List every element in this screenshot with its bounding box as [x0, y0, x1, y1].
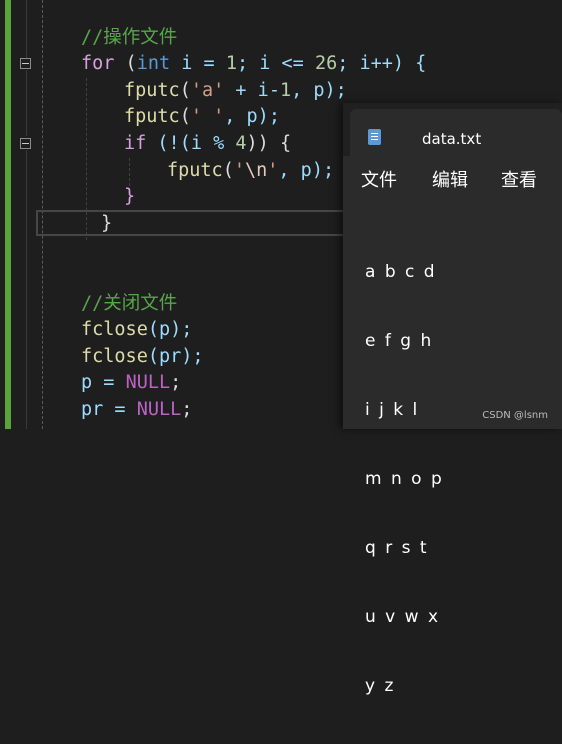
escape-sequence: \n: [244, 160, 268, 181]
text-line: e f g h: [365, 331, 434, 351]
brace: }: [101, 213, 113, 234]
function-name: fclose: [81, 346, 148, 367]
keyword-int: int: [136, 53, 171, 74]
code-line-for: for (int i = 1; i <= 26; i++) {: [81, 51, 426, 77]
notepad-text-area[interactable]: a b c d e f g h i j k l m n o p q r s t …: [365, 215, 444, 744]
code-text: )) {: [246, 133, 292, 154]
code-text: (: [114, 53, 137, 74]
text-line: u v w x: [365, 607, 441, 627]
current-line-highlight: [36, 210, 356, 236]
number-literal: 4: [235, 133, 247, 154]
indent-guide: [129, 158, 130, 186]
string-literal: ': [233, 160, 245, 181]
notepad-window: data.txt 文件 编辑 查看 a b c d e f g h i j k …: [343, 103, 562, 696]
macro-null: NULL: [136, 399, 182, 420]
code-line-close-brace-outer: }: [101, 211, 112, 237]
code-text: (p);: [147, 319, 193, 340]
notepad-tab[interactable]: data.txt: [350, 109, 562, 156]
text-line: q r s t: [365, 538, 429, 558]
code-line-fclose-p: fclose(p);: [81, 317, 192, 343]
menu-edit[interactable]: 编辑: [432, 166, 468, 192]
code-line-comment-operate: //操作文件: [81, 25, 177, 51]
string-literal: 'a': [190, 80, 225, 101]
string-literal: ': [267, 160, 279, 181]
number-literal: 1: [279, 80, 292, 101]
notepad-menubar: 文件 编辑 查看: [343, 156, 562, 198]
code-line-fputc-letter: fputc('a' + i-1, p);: [124, 78, 347, 104]
string-literal: ' ': [190, 106, 225, 127]
keyword-for: for: [81, 53, 115, 74]
code-text: ; i <=: [236, 53, 315, 74]
brace: }: [124, 186, 136, 207]
code-line-comment-close: //关闭文件: [81, 291, 177, 317]
code-text: ;: [181, 399, 193, 420]
notepad-titlebar: data.txt: [343, 103, 562, 156]
code-line-p-null: p = NULL;: [81, 370, 181, 396]
code-text: (: [222, 160, 234, 181]
text-line: i j k l: [365, 400, 420, 420]
code-text: , p);: [278, 160, 335, 181]
code-text: (pr);: [147, 346, 204, 367]
code-text: (!(i %: [146, 133, 236, 154]
code-line-if: if (!(i % 4)) {: [124, 131, 291, 157]
code-line-fputc-space: fputc(' ', p);: [124, 104, 280, 130]
comment: //操作文件: [81, 27, 178, 48]
notepad-tab-title: data.txt: [422, 130, 482, 148]
code-text: i =: [170, 53, 226, 74]
code-text: + i-: [224, 80, 280, 101]
code-text: (: [179, 106, 191, 127]
code-text: (: [179, 80, 191, 101]
code-line-fclose-pr: fclose(pr);: [81, 344, 204, 370]
text-line: m n o p: [365, 469, 444, 489]
number-literal: 1: [225, 53, 237, 74]
code-text: ; i++) {: [337, 53, 427, 74]
comment: //关闭文件: [81, 293, 178, 314]
function-name: fputc: [124, 106, 180, 127]
code-text: pr =: [81, 399, 137, 420]
function-name: fclose: [81, 319, 148, 340]
watermark: CSDN @lsnm: [482, 410, 548, 421]
code-text: , p);: [224, 106, 280, 127]
macro-null: NULL: [125, 372, 171, 393]
menu-file[interactable]: 文件: [361, 166, 397, 192]
text-line: y z: [365, 676, 396, 696]
text-line: a b c d: [365, 262, 437, 282]
number-literal: 26: [314, 53, 338, 74]
code-text: ;: [170, 372, 182, 393]
code-line-fputc-newline: fputc('\n', p);: [167, 158, 334, 184]
code-text: , p);: [291, 80, 347, 101]
code-line-pr-null: pr = NULL;: [81, 397, 192, 423]
keyword-if: if: [124, 133, 147, 154]
notepad-icon: [368, 129, 381, 145]
function-name: fputc: [124, 80, 180, 101]
function-name: fputc: [167, 160, 223, 181]
code-text: p =: [81, 372, 126, 393]
code-line-close-brace-inner: }: [124, 184, 135, 210]
menu-view[interactable]: 查看: [501, 166, 537, 192]
